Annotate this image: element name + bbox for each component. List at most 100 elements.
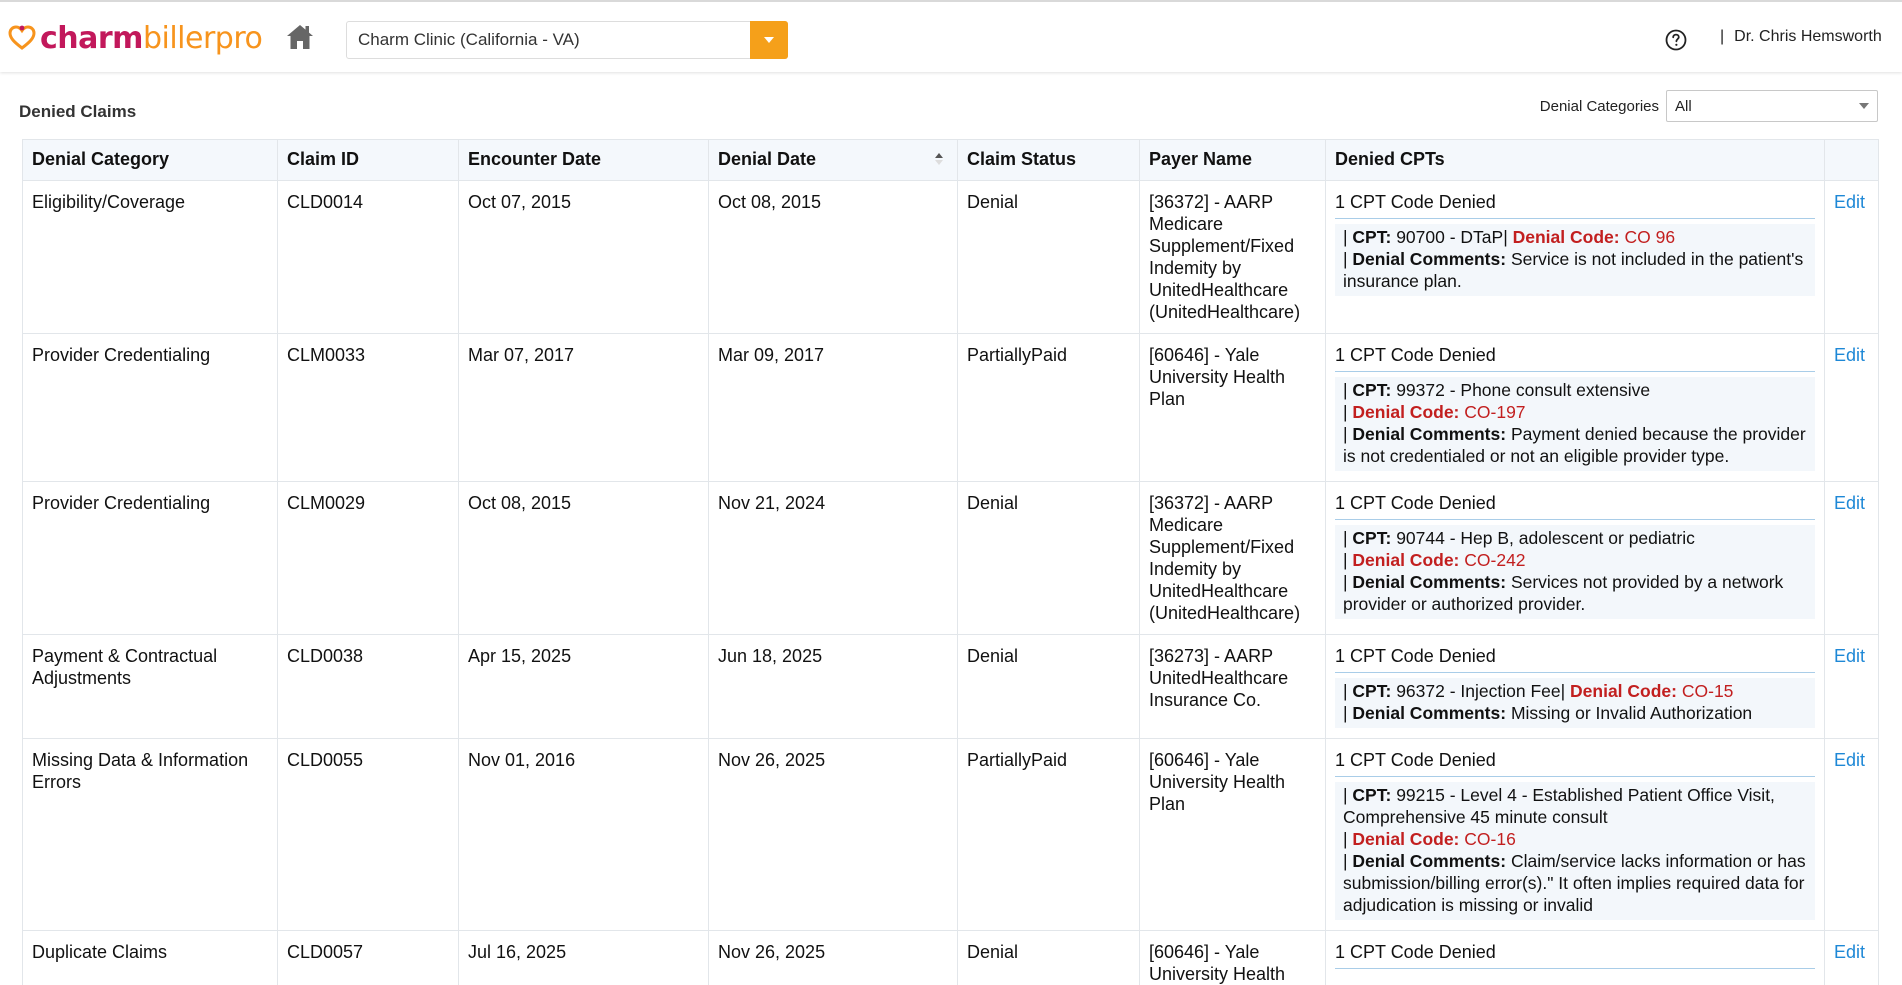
denial-code-value: CO-16 bbox=[1464, 829, 1516, 849]
cell-denial-category: Payment & Contractual Adjustments bbox=[22, 634, 278, 739]
denial-categories-select[interactable]: All bbox=[1666, 90, 1878, 122]
denial-categories-filter: Denial Categories All bbox=[1540, 90, 1878, 122]
home-icon[interactable] bbox=[285, 22, 315, 52]
user-name: Dr. Chris Hemsworth bbox=[1734, 28, 1882, 45]
cpt-count: 1 CPT Code Denied bbox=[1335, 492, 1815, 520]
table-row[interactable]: Missing Data & Information Errors CLD0055… bbox=[22, 738, 1879, 931]
cell-payer-name: [60646] - Yale University Health Plan bbox=[1139, 738, 1326, 931]
denial-categories-value: All bbox=[1675, 97, 1692, 115]
edit-link[interactable]: Edit bbox=[1834, 493, 1865, 513]
header-denied-cpts[interactable]: Denied CPTs bbox=[1325, 139, 1825, 181]
edit-link[interactable]: Edit bbox=[1834, 750, 1865, 770]
page-title: Denied Claims bbox=[19, 102, 137, 121]
cell-encounter-date: Mar 07, 2017 bbox=[458, 333, 709, 482]
cpt-detail-box: | CPT: 90744 - Hep B, adolescent or pedi… bbox=[1335, 525, 1815, 619]
cell-claim-status: Denial bbox=[957, 634, 1140, 739]
cpt-code-value: 90700 - DTaP bbox=[1396, 227, 1504, 247]
cell-denial-category: Eligibility/Coverage bbox=[22, 180, 278, 334]
cell-denial-date: Nov 26, 2025 bbox=[708, 738, 958, 931]
edit-link[interactable]: Edit bbox=[1834, 345, 1865, 365]
cell-claim-status: PartiallyPaid bbox=[957, 333, 1140, 482]
table-row[interactable]: Payment & Contractual Adjustments CLD0038… bbox=[22, 634, 1879, 739]
edit-link[interactable]: Edit bbox=[1834, 942, 1865, 962]
cell-denial-date: Oct 08, 2015 bbox=[708, 180, 958, 334]
cell-claim-status: Denial bbox=[957, 180, 1140, 334]
cell-payer-name: [36372] - AARP Medicare Supplement/Fixed… bbox=[1139, 180, 1326, 334]
cell-claim-id: CLD0038 bbox=[277, 634, 459, 739]
cpt-code-value: 99215 - Level 4 - Established Patient Of… bbox=[1343, 785, 1775, 827]
cpt-detail-box: | CPT: 99215 - Level 4 - Established Pat… bbox=[1335, 782, 1815, 920]
cell-encounter-date: Apr 15, 2025 bbox=[458, 634, 709, 739]
cell-denial-date: Nov 21, 2024 bbox=[708, 481, 958, 635]
cell-denial-category: Duplicate Claims bbox=[22, 930, 278, 985]
cpt-detail-box: | CPT: 90700 - DTaP| Denial Code: CO 96 |… bbox=[1335, 224, 1815, 296]
denied-claims-table-container: Denial Category Claim ID Encounter Date … bbox=[22, 139, 1879, 985]
cell-denial-category: Missing Data & Information Errors bbox=[22, 738, 278, 931]
cpt-label: CPT: bbox=[1352, 227, 1392, 247]
header-encounter-date[interactable]: Encounter Date bbox=[458, 139, 709, 181]
cpt-label: CPT: bbox=[1352, 785, 1392, 805]
cpt-count: 1 CPT Code Denied bbox=[1335, 941, 1815, 969]
cell-encounter-date: Jul 16, 2025 bbox=[458, 930, 709, 985]
denial-code-label: Denial Code: bbox=[1352, 829, 1460, 849]
brand-name-part2: billerpro bbox=[142, 20, 263, 56]
table-row[interactable]: Provider Credentialing CLM0029 Oct 08, 201… bbox=[22, 481, 1879, 635]
cell-claim-status: Denial bbox=[957, 930, 1140, 985]
cpt-code-value: 99372 - Phone consult extensive bbox=[1396, 380, 1651, 400]
denial-comments-value: Missing or Invalid Authorization bbox=[1510, 703, 1753, 723]
denial-code-value: CO-242 bbox=[1464, 550, 1526, 570]
cell-payer-name: [60646] - Yale University Health Plan bbox=[1139, 333, 1326, 482]
help-icon[interactable] bbox=[1664, 28, 1688, 52]
chevron-down-icon[interactable] bbox=[750, 21, 788, 59]
cell-actions: Edit bbox=[1824, 930, 1879, 985]
header-claim-status[interactable]: Claim Status bbox=[957, 139, 1140, 181]
header-payer-name[interactable]: Payer Name bbox=[1139, 139, 1326, 181]
denial-comments-label: Denial Comments: bbox=[1352, 703, 1507, 723]
denial-code-label: Denial Code: bbox=[1352, 402, 1460, 422]
denial-code-value: CO-15 bbox=[1681, 681, 1734, 701]
cell-actions: Edit bbox=[1824, 333, 1879, 482]
sort-icon[interactable] bbox=[934, 151, 944, 167]
cpt-detail-box: | CPT: 99372 - Phone consult extensive | … bbox=[1335, 377, 1815, 471]
cell-denied-cpts: 1 CPT Code Denied bbox=[1325, 930, 1825, 985]
cell-actions: Edit bbox=[1824, 738, 1879, 931]
table-header-row: Denial Category Claim ID Encounter Date … bbox=[22, 139, 1879, 181]
denial-comments-label: Denial Comments: bbox=[1352, 249, 1507, 269]
cell-denial-date: Jun 18, 2025 bbox=[708, 634, 958, 739]
cell-payer-name: [36273] - AARP UnitedHealthcare Insuranc… bbox=[1139, 634, 1326, 739]
cell-payer-name: [36372] - AARP Medicare Supplement/Fixed… bbox=[1139, 481, 1326, 635]
denial-code-value: CO 96 bbox=[1624, 227, 1676, 247]
table-row[interactable]: Provider Credentialing CLM0033 Mar 07, 201… bbox=[22, 333, 1879, 482]
denial-code-label: Denial Code: bbox=[1570, 681, 1677, 701]
denial-categories-label: Denial Categories bbox=[1539, 97, 1659, 115]
cell-actions: Edit bbox=[1824, 481, 1879, 635]
cpt-count: 1 CPT Code Denied bbox=[1335, 749, 1815, 777]
denial-comments-label: Denial Comments: bbox=[1352, 424, 1507, 444]
brand-name-part1: charm bbox=[40, 20, 143, 56]
denial-comments-label: Denial Comments: bbox=[1352, 851, 1507, 871]
edit-link[interactable]: Edit bbox=[1834, 192, 1865, 212]
cell-claim-id: CLD0014 bbox=[277, 180, 459, 334]
user-menu[interactable]: | Dr. Chris Hemsworth bbox=[1720, 28, 1882, 46]
cpt-code-value: 90744 - Hep B, adolescent or pediatric bbox=[1396, 528, 1695, 548]
header-denial-category[interactable]: Denial Category bbox=[22, 139, 278, 181]
cell-actions: Edit bbox=[1824, 180, 1879, 334]
cell-actions: Edit bbox=[1824, 634, 1879, 739]
table-row[interactable]: Duplicate Claims CLD0057 Jul 16, 2025 Nov 2… bbox=[22, 930, 1879, 985]
cell-payer-name: [60646] - Yale University Health Plan bbox=[1139, 930, 1326, 985]
top-navigation-bar: charmbillerpro Charm Clinic (California … bbox=[0, 0, 1902, 72]
cell-denial-category: Provider Credentialing bbox=[22, 333, 278, 482]
header-denial-date[interactable]: Denial Date bbox=[708, 139, 958, 181]
header-claim-id[interactable]: Claim ID bbox=[277, 139, 459, 181]
table-row[interactable]: Eligibility/Coverage CLD0014 Oct 07, 2015 O… bbox=[22, 180, 1879, 334]
cpt-detail-box: | CPT: 96372 - Injection Fee| Denial Cod… bbox=[1335, 678, 1815, 728]
cpt-code-value: 96372 - Injection Fee bbox=[1396, 681, 1561, 701]
cell-claim-status: PartiallyPaid bbox=[957, 738, 1140, 931]
cpt-count: 1 CPT Code Denied bbox=[1335, 344, 1815, 372]
cell-claim-status: Denial bbox=[957, 481, 1140, 635]
edit-link[interactable]: Edit bbox=[1834, 646, 1865, 666]
charmbillerpro-logo[interactable]: charmbillerpro bbox=[8, 20, 263, 56]
cpt-label: CPT: bbox=[1352, 528, 1392, 548]
clinic-selector[interactable]: Charm Clinic (California - VA) bbox=[346, 21, 788, 59]
cell-denied-cpts: 1 CPT Code Denied | CPT: 99372 - Phone co… bbox=[1325, 333, 1825, 482]
